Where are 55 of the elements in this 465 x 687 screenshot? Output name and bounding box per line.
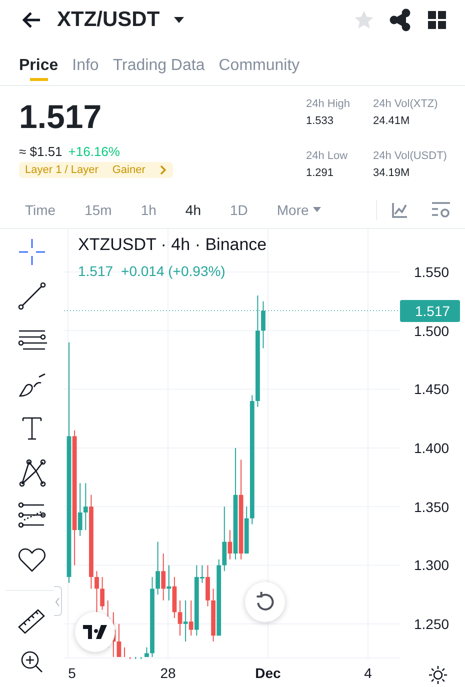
reset-button[interactable] — [245, 582, 285, 622]
interval-tab[interactable]: More — [276, 202, 321, 218]
fiat-price: ≈ $1.51 — [19, 144, 62, 159]
grid-icon[interactable] — [425, 8, 449, 32]
chevron-icon — [55, 598, 60, 606]
price-axis-label: 1.300 — [414, 557, 450, 574]
stat-label: 24h High — [306, 98, 352, 110]
last-price-tag: 1.517 — [400, 300, 460, 322]
stat-label: 24h Vol(XTZ) — [373, 98, 439, 110]
price-axis-label: 1.450 — [414, 381, 450, 398]
trend-line-icon[interactable] — [17, 281, 47, 311]
chevron-icon — [159, 165, 168, 175]
tab[interactable]: Community — [218, 40, 300, 85]
last-price: 1.517 — [19, 98, 103, 136]
logo-icon — [83, 625, 107, 639]
price-axis-label: 1.550 — [414, 264, 450, 280]
crosshair-icon[interactable] — [17, 237, 47, 267]
stat-label: 24h Low — [306, 150, 349, 162]
price-change: +16.16% — [68, 144, 120, 159]
interval-tab[interactable]: 1h — [140, 202, 156, 218]
chart-type-icon[interactable] — [391, 201, 409, 219]
logo-button[interactable] — [75, 612, 115, 652]
tab[interactable]: Trading Data — [112, 40, 205, 85]
pair-title[interactable]: XTZ/USDT — [57, 8, 160, 32]
star-icon[interactable] — [353, 9, 375, 31]
caret-icon — [312, 207, 321, 213]
chart-quote: 1.517 — [78, 263, 114, 279]
share-icon[interactable] — [388, 8, 412, 32]
stat-value: 34.19M — [373, 167, 411, 179]
collapse-handle[interactable] — [54, 586, 62, 616]
tab[interactable]: Info — [72, 40, 99, 85]
stat-label: 24h Vol(USDT) — [373, 150, 448, 162]
zoom-in-icon[interactable] — [19, 649, 45, 675]
chart-quote-change: +0.014 (+0.93%) — [121, 263, 226, 279]
interval-tab[interactable]: 4h — [185, 202, 201, 218]
price-axis-label: 1.250 — [414, 616, 450, 632]
time-axis-label: Dec — [255, 665, 281, 681]
tag-chip[interactable]: Layer 1 / Layer Gainer — [19, 162, 174, 178]
chart-title: XTZUSDT · 4h · Binance — [78, 235, 267, 255]
stat-value: 1.291 — [306, 167, 335, 179]
stat-value: 1.533 — [306, 115, 335, 127]
time-axis-label: 5 — [68, 665, 76, 681]
settings-icon[interactable] — [428, 665, 448, 685]
price-axis-label: 1.350 — [414, 498, 450, 515]
interval-tab[interactable]: Time — [25, 202, 56, 218]
interval-tab[interactable]: 15m — [84, 202, 112, 218]
time-axis-label: 4 — [364, 665, 372, 681]
time-axis-label: 28 — [160, 665, 176, 681]
stat-value: 24.41M — [373, 115, 411, 127]
pattern-icon[interactable] — [17, 457, 47, 487]
interval-tab[interactable]: 1D — [230, 202, 248, 218]
price-axis-label: 1.400 — [414, 440, 450, 456]
reset-icon — [254, 591, 276, 613]
tab[interactable]: Price — [19, 40, 58, 85]
price-axis-label: 1.500 — [414, 322, 450, 339]
